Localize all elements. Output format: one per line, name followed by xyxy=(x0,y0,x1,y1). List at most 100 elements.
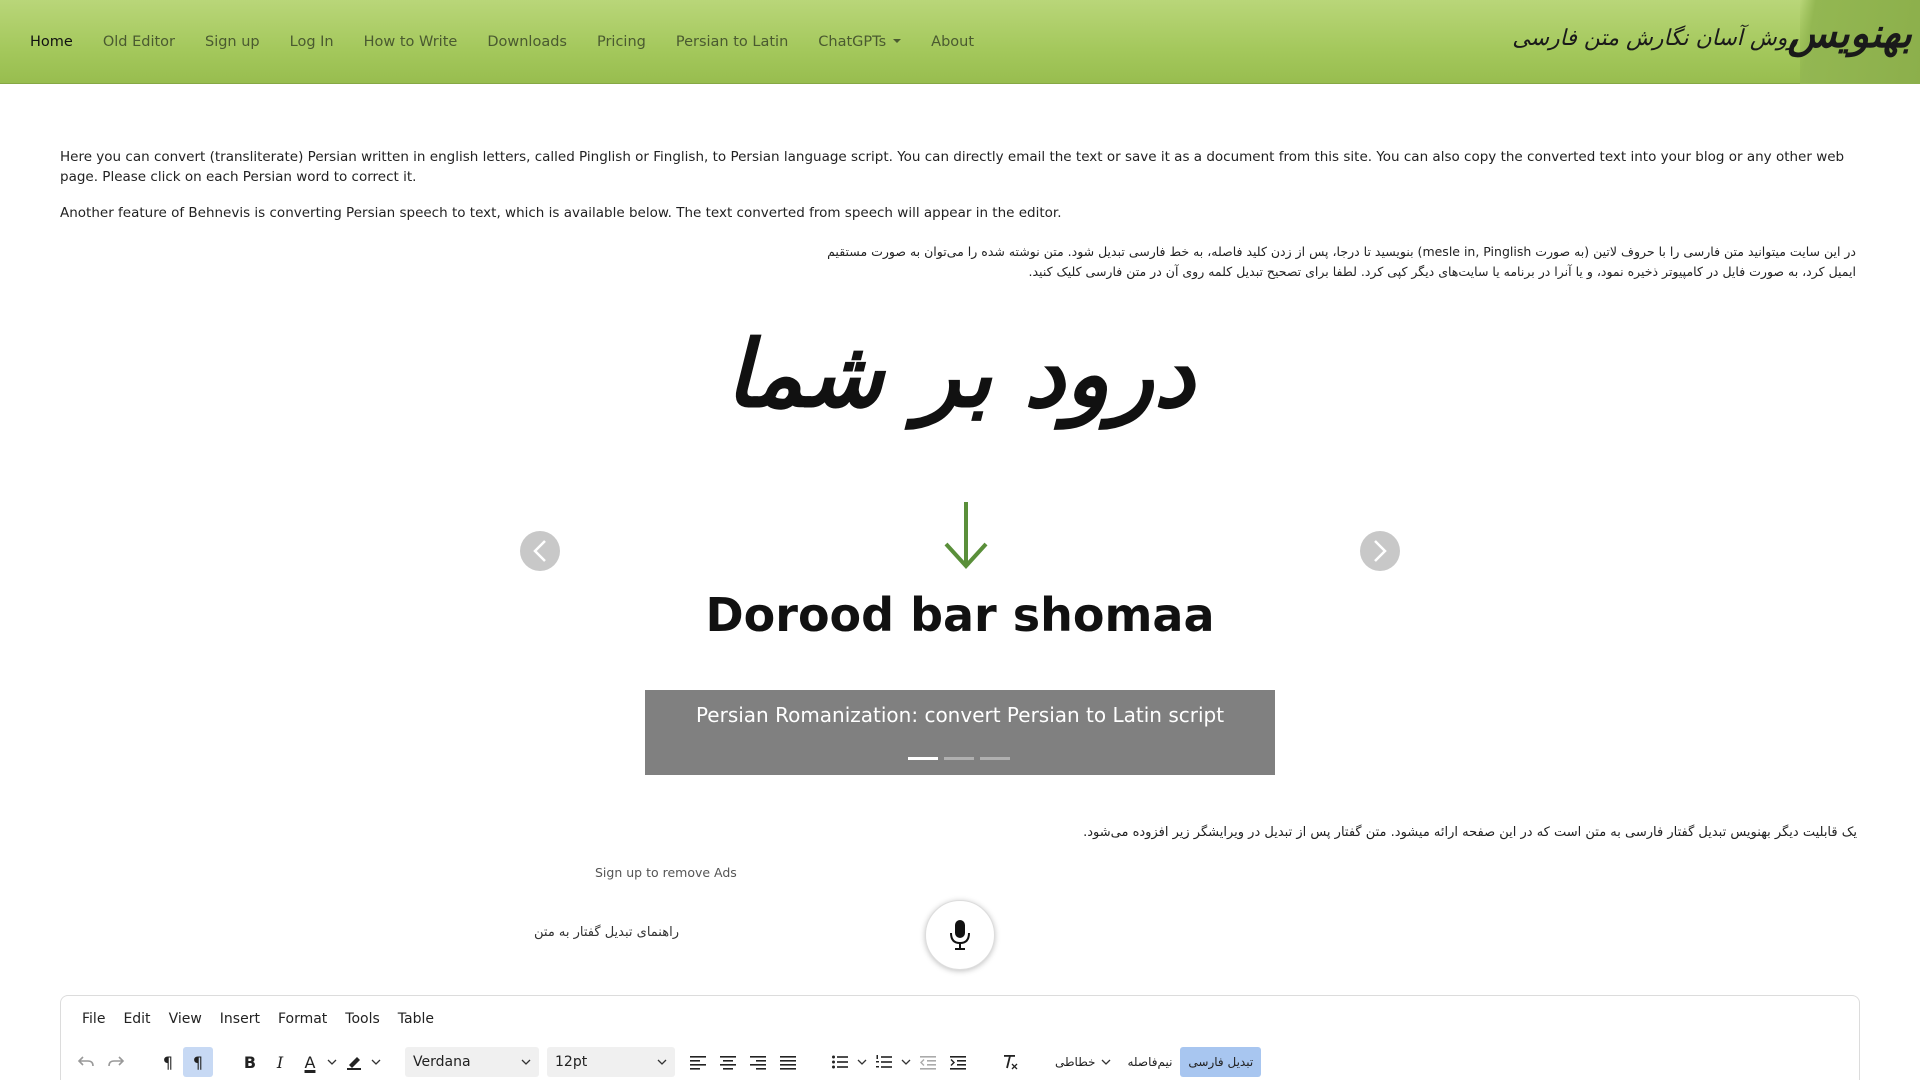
intro-speech-paragraph: Another feature of Behnevis is convertin… xyxy=(60,205,1062,221)
text-color-dropdown[interactable] xyxy=(325,1047,339,1077)
zwnj-button[interactable]: نیم‌فاصله xyxy=(1119,1047,1180,1077)
menu-format[interactable]: Format xyxy=(269,1011,336,1027)
chevron-down-icon xyxy=(901,1059,911,1065)
caret-down-icon xyxy=(893,39,902,43)
menu-edit[interactable]: Edit xyxy=(114,1011,159,1027)
editor-toolbar: ¶ ¶ B I A Verdana 12pt xyxy=(71,1046,1262,1078)
nav-chatgpts-dropdown[interactable]: ChatGPTs xyxy=(803,34,916,50)
numbered-list-dropdown[interactable] xyxy=(899,1047,913,1077)
indent-button[interactable] xyxy=(943,1047,973,1077)
menu-file[interactable]: File xyxy=(73,1011,114,1027)
ltr-direction-button[interactable]: ¶ xyxy=(153,1047,183,1077)
nav-home[interactable]: Home xyxy=(15,34,88,50)
bullet-list-button[interactable] xyxy=(825,1047,855,1077)
carousel-indicator-1[interactable] xyxy=(908,757,938,760)
carousel-indicator-2[interactable] xyxy=(944,757,974,760)
chevron-down-icon xyxy=(657,1059,667,1065)
chevron-left-icon xyxy=(533,540,546,562)
microphone-icon xyxy=(950,920,970,950)
intro-english-paragraph: Here you can convert (transliterate) Per… xyxy=(60,149,1845,185)
chevron-down-icon xyxy=(371,1059,381,1065)
chevron-down-icon xyxy=(521,1059,531,1065)
font-family-select[interactable]: Verdana xyxy=(405,1047,539,1077)
persian-convert-toggle[interactable]: تبدیل فارسی xyxy=(1180,1047,1262,1077)
redo-button[interactable] xyxy=(101,1047,131,1077)
carousel-indicators xyxy=(908,757,1010,760)
undo-icon xyxy=(77,1056,94,1067)
nav-chatgpts-label: ChatGPTs xyxy=(818,34,887,50)
align-center-icon xyxy=(720,1056,736,1070)
align-center-button[interactable] xyxy=(713,1047,743,1077)
slide-latin-text: Dorood bar shomaa xyxy=(705,588,1215,642)
speech-guide-link[interactable]: راهنمای تبدیل گفتار به متن xyxy=(534,925,679,940)
chevron-down-icon xyxy=(1102,1059,1111,1065)
nav-how-to-write[interactable]: How to Write xyxy=(349,34,473,50)
bold-icon: B xyxy=(243,1052,257,1072)
highlight-color-dropdown[interactable] xyxy=(369,1047,383,1077)
carousel-prev-button[interactable] xyxy=(520,531,560,571)
chevron-down-icon xyxy=(327,1059,337,1065)
align-justify-button[interactable] xyxy=(773,1047,803,1077)
brand-logo: بهنویس xyxy=(1788,0,1920,84)
align-left-button[interactable] xyxy=(683,1047,713,1077)
align-left-icon xyxy=(690,1056,706,1070)
brand-tagline: روش آسان نگارش متن فارسی xyxy=(1512,26,1798,51)
nav-persian-to-latin[interactable]: Persian to Latin xyxy=(661,34,803,50)
redo-icon xyxy=(108,1056,125,1067)
align-right-icon xyxy=(750,1056,766,1070)
microphone-button[interactable] xyxy=(925,900,995,970)
brand-logo-text: بهنویس xyxy=(1787,10,1912,57)
carousel-caption: Persian Romanization: convert Persian to… xyxy=(645,690,1275,775)
rtl-direction-button[interactable]: ¶ xyxy=(183,1047,213,1077)
bold-button[interactable]: B xyxy=(235,1047,265,1077)
highlighter-icon xyxy=(347,1057,361,1070)
brand[interactable]: روش آسان نگارش متن فارسی بهنویس xyxy=(1512,0,1920,84)
caption-text: Persian Romanization: convert Persian to… xyxy=(695,703,1225,727)
rtl-paragraph-icon: ¶ xyxy=(192,1052,204,1072)
nav-about[interactable]: About xyxy=(916,34,989,50)
clear-formatting-button[interactable] xyxy=(995,1047,1025,1077)
menu-view[interactable]: View xyxy=(160,1011,211,1027)
nav-downloads[interactable]: Downloads xyxy=(472,34,582,50)
carousel: درود بر شما Dorood bar shomaa Persian Ro… xyxy=(520,300,1400,780)
nav-sign-up[interactable]: Sign up xyxy=(190,34,275,50)
chevron-down-icon xyxy=(857,1059,867,1065)
rich-text-editor: File Edit View Insert Format Tools Table… xyxy=(60,995,1860,1080)
clear-formatting-icon xyxy=(1004,1055,1018,1070)
slide-persian-text: درود بر شما xyxy=(725,320,1195,428)
align-justify-icon xyxy=(780,1056,796,1070)
carousel-indicator-3[interactable] xyxy=(980,757,1010,760)
outdent-button[interactable] xyxy=(913,1047,943,1077)
nav-log-in[interactable]: Log In xyxy=(275,34,349,50)
calligraphy-style-label: خطاطی xyxy=(1055,1055,1096,1069)
persian-convert-label: تبدیل فارسی xyxy=(1188,1055,1254,1069)
carousel-next-button[interactable] xyxy=(1360,531,1400,571)
top-navbar: Home Old Editor Sign up Log In How to Wr… xyxy=(0,0,1920,84)
remove-ads-link[interactable]: Sign up to remove Ads xyxy=(595,865,737,880)
zwnj-label: نیم‌فاصله xyxy=(1127,1055,1173,1069)
menu-tools[interactable]: Tools xyxy=(336,1011,389,1027)
menu-insert[interactable]: Insert xyxy=(211,1011,269,1027)
font-family-value: Verdana xyxy=(413,1054,471,1070)
menu-table[interactable]: Table xyxy=(389,1011,443,1027)
bullet-list-dropdown[interactable] xyxy=(855,1047,869,1077)
italic-button[interactable]: I xyxy=(265,1047,295,1077)
bullet-list-icon xyxy=(832,1055,848,1069)
undo-button[interactable] xyxy=(71,1047,101,1077)
text-color-button[interactable]: A xyxy=(295,1047,325,1077)
font-size-value: 12pt xyxy=(555,1054,588,1070)
chevron-right-icon xyxy=(1374,540,1387,562)
font-size-select[interactable]: 12pt xyxy=(547,1047,675,1077)
calligraphy-style-dropdown[interactable]: خطاطی xyxy=(1047,1047,1119,1077)
intro-persian-paragraph: در این سایت میتوانید متن فارسی را با حرو… xyxy=(827,244,1856,279)
nav-old-editor[interactable]: Old Editor xyxy=(88,34,190,50)
nav-pricing[interactable]: Pricing xyxy=(582,34,661,50)
italic-icon: I xyxy=(276,1052,284,1072)
numbered-list-button[interactable] xyxy=(869,1047,899,1077)
text-color-icon: A xyxy=(304,1052,316,1072)
indent-icon xyxy=(950,1056,966,1070)
speech-description: یک قابلیت دیگر بهنویس تبدیل گفتار فارسی … xyxy=(1083,825,1857,840)
down-arrow-icon xyxy=(944,502,988,569)
highlight-color-button[interactable] xyxy=(339,1047,369,1077)
align-right-button[interactable] xyxy=(743,1047,773,1077)
